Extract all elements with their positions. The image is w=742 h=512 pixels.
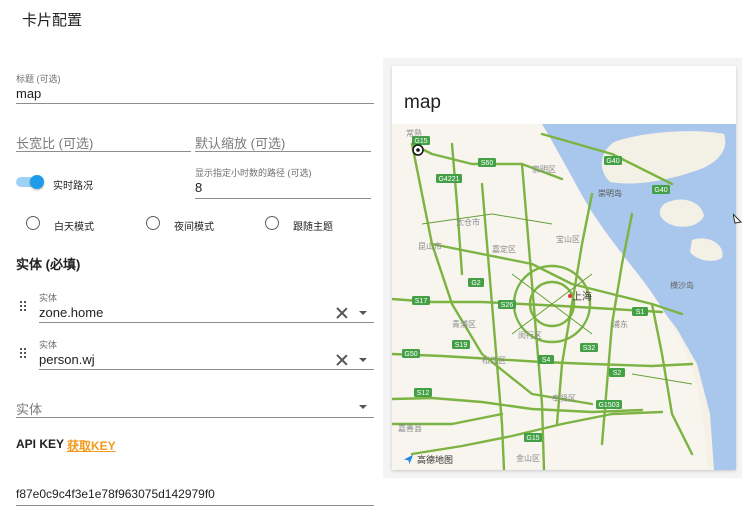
map-road-label: G15 [414,138,427,145]
map-place-label: 崇明区 [532,165,556,174]
map-place-label: 浦东 [612,319,628,329]
hours-to-show-field[interactable]: 显示指定小时数的路径 (可选) 8 [195,165,371,199]
traffic-toggle-label: 实时路况 [53,181,93,192]
map-road-label: S1 [636,309,645,316]
entity-field-1[interactable]: 实体 zone.home [39,289,374,323]
map-place-label: 奉贤区 [552,393,576,403]
map-road-label: S60 [481,160,494,167]
map-road-label: G40 [606,158,619,165]
title-field-label: 标题 (可选) [16,74,61,84]
entity-field-1-label: 实体 [39,293,58,303]
mouse-cursor-icon [733,213,742,224]
map-road-label: G4221 [438,176,459,183]
title-field-value: map [16,86,42,101]
map-place-label: 崇明岛 [598,188,622,198]
clear-icon[interactable] [336,354,348,366]
map-road-label: S12 [417,390,430,397]
card-preview: map G15 S60 G40 G40 G4221 G2 S17 S26 S1 … [383,58,742,478]
new-entity-field[interactable]: 实体 [16,396,374,418]
map-place-label: 松江区 [482,355,506,365]
aspect-ratio-placeholder: 长宽比 (可选) [16,136,94,151]
drag-handle-icon[interactable] [20,301,28,313]
map-place-label: 太仓市 [456,217,480,227]
radio-day-mode-label: 白天模式 [54,222,94,233]
map-view[interactable]: G15 S60 G40 G40 G4221 G2 S17 S26 S1 G50 … [392,124,736,470]
map-logo: 高德地图 [403,452,453,466]
chevron-down-icon[interactable] [359,358,367,362]
radio-night-mode-label: 夜间模式 [174,222,214,233]
chevron-down-icon[interactable] [359,405,367,409]
map-road-label: G40 [654,187,667,194]
map-place-label: 上海 [572,290,592,303]
entity-field-2-label: 实体 [39,340,58,350]
amap-logo-icon [403,454,414,464]
map-road-label: S4 [542,357,551,364]
map-place-label: 闵行区 [518,330,542,340]
map-road-label: G1503 [598,402,619,409]
map-place-label: 青浦区 [452,319,476,329]
map-road-label: S32 [583,345,596,352]
chevron-down-icon[interactable] [359,311,367,315]
map-place-label: 横沙岛 [670,280,694,290]
map-place-label: 嘉定区 [492,244,516,254]
radio-follow-theme-label: 跟随主题 [293,222,333,233]
entity-field-2-value: person.wj [39,352,95,367]
map-logo-text: 高德地图 [417,454,454,465]
api-key-label: API KEY [16,437,65,451]
map-road-label: S17 [415,298,428,305]
title-field[interactable]: 标题 (可选) map [16,70,374,104]
radio-follow-theme[interactable] [265,216,279,230]
map-place-label: 常熟 [406,128,422,138]
location-marker-icon [412,144,424,156]
new-entity-placeholder: 实体 [16,402,43,417]
map-road-label: S19 [455,342,468,349]
entity-field-2[interactable]: 实体 person.wj [39,336,374,370]
card-title: map [404,92,441,113]
entities-section-title: 实体 (必填) [16,257,81,272]
map-place-label: 宝山区 [556,234,580,244]
map-road-label: G50 [404,351,417,358]
get-api-key-link[interactable]: 获取KEY [67,437,116,454]
default-zoom-placeholder: 默认缩放 (可选) [195,136,286,151]
map-place-label: 嘉善县 [398,423,422,433]
api-key-value: f87e0c9c4f3e1e78f963075d142979f0 [16,487,215,501]
toggle-thumb [30,175,44,189]
default-zoom-field[interactable]: 默认缩放 (可选) [195,130,371,152]
map-road-label: S2 [613,370,622,377]
map-place-label: 昆山市 [418,241,442,251]
drag-handle-icon[interactable] [20,348,28,360]
api-key-field[interactable]: f87e0c9c4f3e1e78f963075d142979f0 [16,484,374,506]
clear-icon[interactable] [336,307,348,319]
traffic-toggle[interactable] [16,175,44,189]
radio-night-mode[interactable] [146,216,160,230]
map-road-label: S26 [501,302,514,309]
dialog-title: 卡片配置 [22,12,83,29]
entity-field-1-value: zone.home [39,305,104,320]
map-road-label: G2 [471,280,480,287]
aspect-ratio-field[interactable]: 长宽比 (可选) [16,130,191,152]
hours-to-show-label: 显示指定小时数的路径 (可选) [195,168,312,178]
hours-to-show-value: 8 [195,180,203,195]
map-place-label: 金山区 [516,453,540,463]
map-card: map G15 S60 G40 G40 G4221 G2 S17 S26 S1 … [392,66,736,470]
radio-day-mode[interactable] [26,216,40,230]
map-road-label: G15 [526,435,539,442]
